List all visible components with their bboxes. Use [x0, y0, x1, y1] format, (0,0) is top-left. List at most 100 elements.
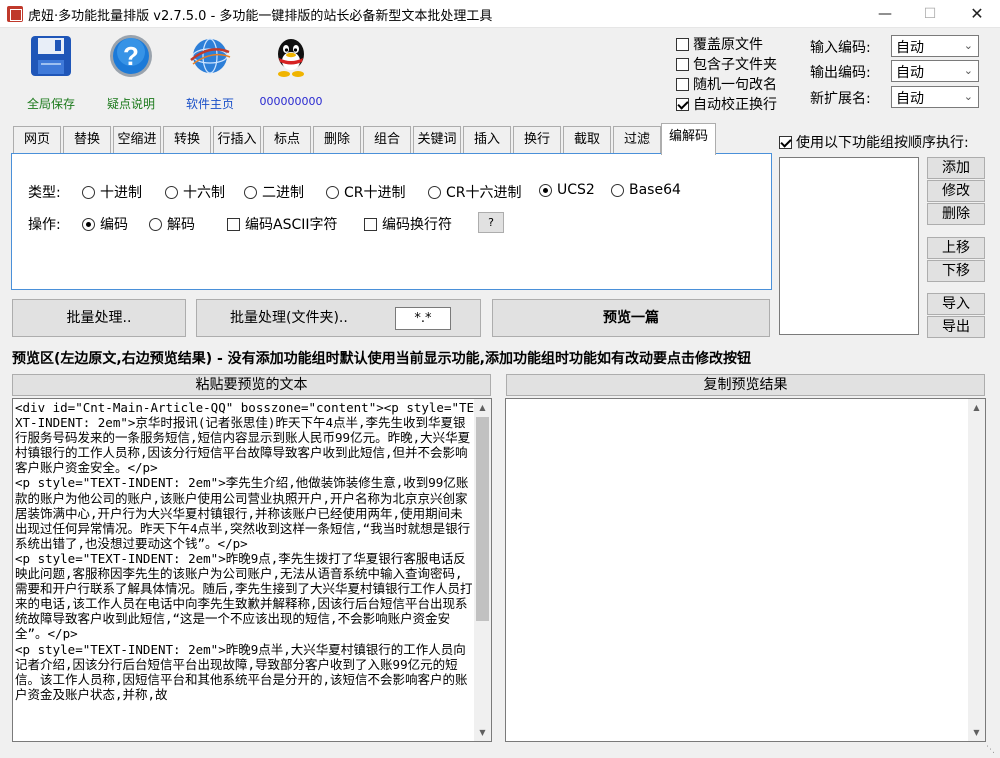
random-rename-checkbox-box[interactable] — [676, 77, 689, 91]
type-cr-hex-label: CR十六进制 — [446, 185, 522, 201]
output-encoding-select[interactable]: 自动 ⌄ — [891, 60, 979, 82]
minimize-button[interactable]: — — [862, 0, 908, 28]
scroll-down-icon[interactable]: ▼ — [474, 724, 491, 741]
tab-extract[interactable]: 截取 — [563, 126, 611, 153]
resize-grip-icon[interactable]: ⋱ — [986, 744, 998, 756]
type-radio-cr-hex[interactable]: CR十六进制 — [428, 182, 522, 202]
tab-punctuation[interactable]: 标点 — [263, 126, 311, 153]
scroll-thumb[interactable] — [476, 417, 489, 621]
op-encode-label: 编码 — [100, 217, 128, 233]
maximize-button[interactable]: ☐ — [907, 0, 953, 28]
type-radio-decimal[interactable]: 十进制 — [82, 182, 142, 202]
delete-group-button[interactable]: 删除 — [927, 203, 985, 225]
random-rename-checkbox[interactable]: 随机一句改名 — [676, 74, 777, 94]
homepage-label: 软件主页 — [185, 97, 234, 111]
paste-source-header-button[interactable]: 粘贴要预览的文本 — [12, 374, 491, 396]
checkbox[interactable] — [364, 217, 377, 231]
checkbox[interactable] — [227, 217, 240, 231]
file-pattern-input[interactable]: *.* — [395, 307, 451, 330]
close-button[interactable]: ✕ — [954, 0, 1000, 28]
input-encoding-select[interactable]: 自动 ⌄ — [891, 35, 979, 57]
preview-one-button[interactable]: 预览一篇 — [492, 299, 770, 337]
op-radio-encode[interactable]: 编码 — [82, 214, 128, 234]
overwrite-label: 覆盖原文件 — [693, 37, 763, 53]
copy-result-header-button[interactable]: 复制预览结果 — [506, 374, 985, 396]
radio-button-selected[interactable] — [539, 183, 552, 197]
input-encoding-label: 输入编码: — [810, 40, 871, 56]
tab-indent[interactable]: 空缩进 — [113, 126, 161, 153]
tab-line-insert[interactable]: 行插入 — [213, 126, 261, 153]
radio-button[interactable] — [165, 185, 178, 199]
result-textarea[interactable]: ▲ ▼ — [505, 398, 986, 742]
move-down-button[interactable]: 下移 — [927, 260, 985, 282]
new-extension-value: 自动 — [896, 91, 924, 107]
qq-contact-button[interactable]: 000000000 — [256, 32, 326, 112]
radio-button[interactable] — [611, 183, 624, 197]
tab-delete[interactable]: 删除 — [313, 126, 361, 153]
globe-icon — [190, 38, 231, 74]
op-radio-decode[interactable]: 解码 — [149, 214, 195, 234]
radio-button[interactable] — [326, 185, 339, 199]
batch-process-button[interactable]: 批量处理.. — [12, 299, 186, 337]
radio-button[interactable] — [428, 185, 441, 199]
move-up-button[interactable]: 上移 — [927, 237, 985, 259]
modify-group-button[interactable]: 修改 — [927, 180, 985, 202]
export-button[interactable]: 导出 — [927, 316, 985, 338]
codec-help-button[interactable]: ? — [478, 212, 504, 233]
question-help-icon: ? — [110, 35, 152, 77]
radio-button[interactable] — [244, 185, 257, 199]
use-sequence-checkbox[interactable]: 使用以下功能组按顺序执行: — [779, 132, 969, 152]
radio-button[interactable] — [149, 217, 162, 231]
subdir-checkbox[interactable]: 包含子文件夹 — [676, 54, 777, 74]
output-encoding-label: 输出编码: — [810, 65, 871, 81]
function-group-list[interactable] — [779, 157, 919, 335]
autofix-newline-label: 自动校正换行 — [693, 97, 777, 113]
window-bottom-edge — [0, 745, 1000, 758]
autofix-newline-checkbox-box[interactable] — [676, 97, 689, 111]
tab-newline[interactable]: 换行 — [513, 126, 561, 153]
codec-tab-panel: 类型: 十进制 十六制 二进制 CR十进制 CR十六进制 UCS2 Base64… — [11, 153, 772, 290]
type-radio-base64[interactable]: Base64 — [611, 182, 681, 198]
scroll-down-icon[interactable]: ▼ — [968, 724, 985, 741]
autofix-newline-checkbox[interactable]: 自动校正换行 — [676, 94, 777, 114]
scroll-up-icon[interactable]: ▲ — [474, 399, 491, 416]
source-scrollbar[interactable]: ▲ ▼ — [474, 399, 491, 741]
encode-ascii-checkbox[interactable]: 编码ASCII字符 — [227, 214, 338, 234]
tab-webpage[interactable]: 网页 — [13, 126, 61, 153]
add-group-button[interactable]: 添加 — [927, 157, 985, 179]
use-sequence-checkbox-box[interactable] — [779, 135, 792, 149]
tab-keyword[interactable]: 关键词 — [413, 126, 461, 153]
scroll-up-icon[interactable]: ▲ — [968, 399, 985, 416]
tab-filter[interactable]: 过滤 — [613, 126, 661, 153]
tab-insert[interactable]: 插入 — [463, 126, 511, 153]
homepage-button[interactable]: 软件主页 — [175, 32, 245, 112]
type-radio-binary[interactable]: 二进制 — [244, 182, 304, 202]
radio-button[interactable] — [82, 185, 95, 199]
result-scrollbar[interactable]: ▲ ▼ — [968, 399, 985, 741]
type-radio-cr-decimal[interactable]: CR十进制 — [326, 182, 406, 202]
overwrite-checkbox-box[interactable] — [676, 37, 689, 51]
chevron-down-icon: ⌄ — [963, 90, 973, 103]
overwrite-checkbox[interactable]: 覆盖原文件 — [676, 34, 763, 54]
global-save-button[interactable]: 全局保存 — [16, 32, 86, 112]
type-binary-label: 二进制 — [262, 185, 304, 201]
tab-replace[interactable]: 替换 — [63, 126, 111, 153]
chevron-down-icon: ⌄ — [963, 64, 973, 77]
tab-combine[interactable]: 组合 — [363, 126, 411, 153]
use-sequence-label: 使用以下功能组按顺序执行: — [796, 135, 969, 151]
import-button[interactable]: 导入 — [927, 293, 985, 315]
chevron-down-icon: ⌄ — [963, 39, 973, 52]
floppy-disk-icon — [31, 36, 71, 76]
help-button[interactable]: ? 疑点说明 — [96, 32, 166, 112]
type-radio-ucs2[interactable]: UCS2 — [539, 182, 595, 198]
new-extension-select[interactable]: 自动 ⌄ — [891, 86, 979, 108]
type-radio-hex[interactable]: 十六制 — [165, 182, 225, 202]
tab-codec[interactable]: 编解码 — [661, 123, 716, 155]
source-textarea[interactable]: <div id="Cnt-Main-Article-QQ" bosszone="… — [12, 398, 492, 742]
random-rename-label: 随机一句改名 — [693, 77, 777, 93]
subdir-checkbox-box[interactable] — [676, 57, 689, 71]
radio-button-selected[interactable] — [82, 217, 95, 231]
encode-newline-checkbox[interactable]: 编码换行符 — [364, 214, 452, 234]
title-bar[interactable]: 虎妞·多功能批量排版 v2.7.5.0 - 多功能一键排版的站长必备新型文本批处… — [0, 0, 1000, 28]
tab-convert[interactable]: 转换 — [163, 126, 211, 153]
